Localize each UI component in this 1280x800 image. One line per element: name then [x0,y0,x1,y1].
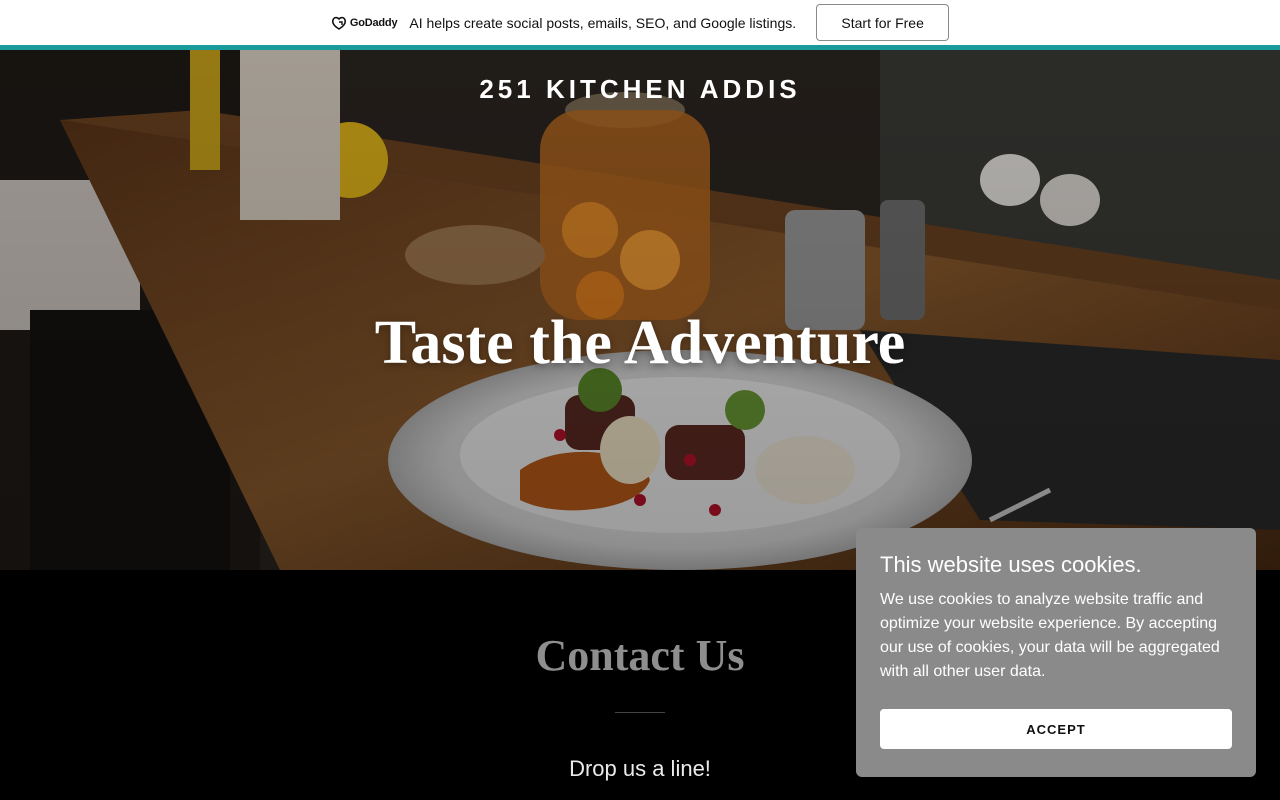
site-title[interactable]: 251 KITCHEN ADDIS [0,74,1280,105]
godaddy-logo[interactable]: GoDaddy [331,16,398,30]
start-for-free-button[interactable]: Start for Free [816,4,950,41]
promo-bar: GoDaddy AI helps create social posts, em… [0,0,1280,50]
promo-message: AI helps create social posts, emails, SE… [409,14,797,31]
accept-cookies-button[interactable]: ACCEPT [880,709,1232,749]
hero-section: 251 KITCHEN ADDIS Taste the Adventure [0,50,1280,570]
promo-content: GoDaddy AI helps create social posts, em… [331,4,950,41]
cookie-body: We use cookies to analyze website traffi… [880,591,1220,680]
godaddy-logo-icon [331,16,346,30]
godaddy-logo-text: GoDaddy [349,16,398,29]
cookie-title: This website uses cookies. [880,552,1142,577]
cookie-banner: This website uses cookies. We use cookie… [856,528,1256,777]
hero-heading: Taste the Adventure [374,309,906,377]
contact-divider [615,712,665,713]
